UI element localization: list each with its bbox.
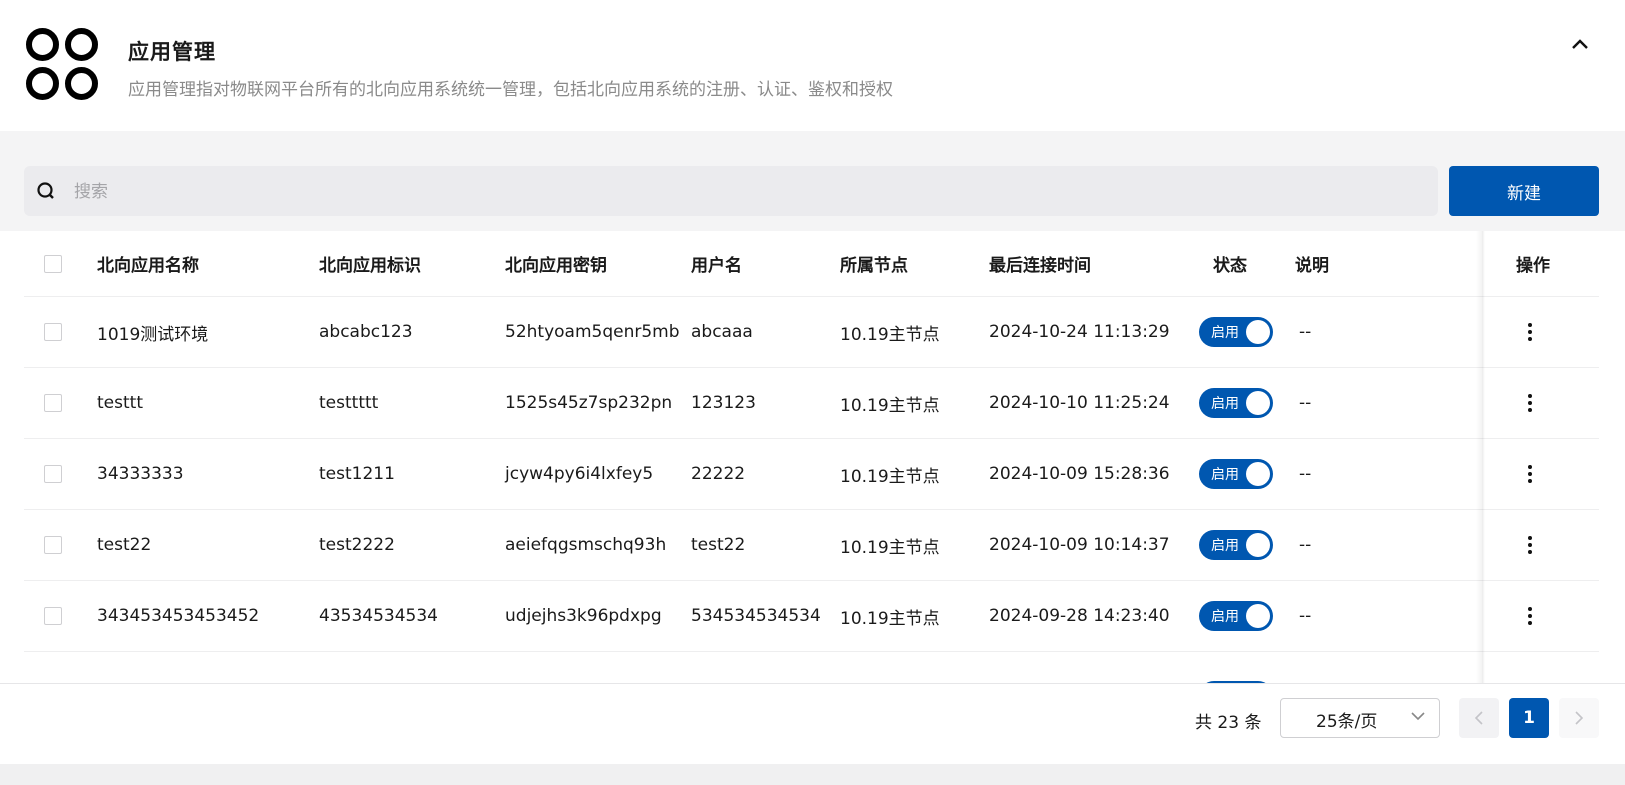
node-name: 10.19主节点 — [840, 537, 940, 558]
chevron-down-icon — [1411, 712, 1425, 721]
app-id: testtttt — [319, 393, 379, 413]
app-id: test1211 — [319, 464, 395, 484]
user-name: test22 — [691, 535, 746, 555]
column-header-id: 北向应用标识 — [319, 256, 421, 276]
column-header-time: 最后连接时间 — [989, 256, 1091, 276]
last-connect-time: 2024-10-09 15:28:36 — [989, 464, 1170, 484]
pagination: 共 23 条 25条/页 1 — [0, 683, 1625, 765]
column-header-desc: 说明 — [1295, 256, 1329, 276]
column-header-user: 用户名 — [691, 256, 742, 276]
row-checkbox[interactable] — [44, 607, 62, 625]
app-name: 1019测试环境 — [97, 324, 209, 345]
toolbar: 新建 — [24, 166, 1599, 218]
app-name: 343453453453452 — [97, 606, 260, 626]
last-connect-time: 2024-09-28 14:23:40 — [989, 606, 1170, 626]
description: -- — [1299, 393, 1312, 413]
user-name: 123123 — [691, 393, 756, 413]
more-actions-icon[interactable] — [1526, 394, 1534, 412]
page-button-1[interactable]: 1 — [1509, 698, 1549, 738]
app-secret: 1525s45z7sp232pn — [505, 393, 673, 413]
app-name: 34333333 — [97, 464, 184, 484]
description: -- — [1299, 606, 1312, 626]
status-toggle[interactable]: 启用 — [1199, 317, 1273, 347]
node-name: 10.19主节点 — [840, 324, 940, 345]
more-actions-icon[interactable] — [1526, 607, 1534, 625]
column-header-node: 所属节点 — [840, 256, 908, 276]
table-row: 1019测试环境 abcabc123 52htyoam5qenr5mb abca… — [24, 297, 1599, 368]
status-toggle[interactable]: 启用 — [1199, 388, 1273, 418]
page-header: 应用管理 应用管理指对物联网平台所有的北向应用系统统一管理，包括北向应用系统的注… — [0, 0, 1625, 131]
status-toggle[interactable]: 启用 — [1199, 459, 1273, 489]
app-secret: udjejhs3k96pdxpg — [505, 606, 662, 626]
chevron-left-icon — [1474, 711, 1483, 725]
app-id: 43534534534 — [319, 606, 438, 626]
table-row-partial — [24, 652, 1599, 683]
description: -- — [1299, 535, 1312, 555]
row-checkbox[interactable] — [44, 323, 62, 341]
column-header-secret: 北向应用密钥 — [505, 256, 607, 276]
page-size-select[interactable]: 25条/页 — [1280, 698, 1440, 738]
last-connect-time: 2024-10-10 11:25:24 — [989, 393, 1170, 413]
collapse-button[interactable] — [1566, 30, 1594, 58]
search-icon — [37, 182, 54, 199]
column-header-name: 北向应用名称 — [97, 256, 199, 276]
select-all-checkbox[interactable] — [44, 254, 62, 273]
app-id: test2222 — [319, 535, 395, 555]
app-secret: jcyw4py6i4lxfey5 — [505, 464, 654, 484]
table-row: testtt testtttt 1525s45z7sp232pn 123123 … — [24, 368, 1599, 439]
row-checkbox[interactable] — [44, 394, 62, 412]
more-actions-icon[interactable] — [1526, 323, 1534, 341]
new-button[interactable]: 新建 — [1449, 166, 1599, 216]
row-checkbox[interactable] — [44, 536, 62, 554]
row-checkbox[interactable] — [44, 465, 62, 483]
user-name: 534534534534 — [691, 606, 821, 626]
page-title: 应用管理 — [128, 40, 216, 64]
app-name: test22 — [97, 535, 152, 555]
node-name: 10.19主节点 — [840, 608, 940, 629]
app-name: testtt — [97, 393, 143, 413]
column-header-status: 状态 — [1213, 256, 1247, 276]
description: -- — [1299, 464, 1312, 484]
table-grid: 北向应用名称 北向应用标识 北向应用密钥 用户名 所属节点 最后连接时间 状态 … — [24, 231, 1599, 683]
table-row: 343453453453452 43534534534 udjejhs3k96p… — [24, 581, 1599, 652]
search-box[interactable] — [24, 166, 1438, 218]
column-header-actions: 操作 — [1516, 256, 1550, 276]
user-name: abcaaa — [691, 322, 753, 342]
table-row: 34333333 test1211 jcyw4py6i4lxfey5 22222… — [24, 439, 1599, 510]
table-row: test22 test2222 aeiefqgsmschq93h test22 … — [24, 510, 1599, 581]
node-name: 10.19主节点 — [840, 466, 940, 487]
apps-logo-icon — [26, 28, 100, 100]
more-actions-icon[interactable] — [1526, 536, 1534, 554]
app-secret: 52htyoam5qenr5mb — [505, 322, 680, 342]
app-secret: aeiefqgsmschq93h — [505, 535, 667, 555]
user-name: 22222 — [691, 464, 746, 484]
chevron-up-icon — [1572, 39, 1588, 49]
next-page-button[interactable] — [1559, 698, 1599, 738]
node-name: 10.19主节点 — [840, 395, 940, 416]
page-subtitle: 应用管理指对物联网平台所有的北向应用系统统一管理，包括北向应用系统的注册、认证、… — [128, 80, 893, 100]
footer-strip — [0, 764, 1625, 785]
status-toggle[interactable]: 启用 — [1199, 601, 1273, 631]
last-connect-time: 2024-10-09 10:14:37 — [989, 535, 1170, 555]
search-input[interactable] — [72, 166, 1426, 218]
page-size-value: 25条/页 — [1316, 712, 1378, 732]
app-table: 北向应用名称 北向应用标识 北向应用密钥 用户名 所属节点 最后连接时间 状态 … — [0, 231, 1625, 764]
description: -- — [1299, 322, 1312, 342]
last-connect-time: 2024-10-24 11:13:29 — [989, 322, 1170, 342]
total-count: 共 23 条 — [1195, 713, 1262, 733]
table-header-row: 北向应用名称 北向应用标识 北向应用密钥 用户名 所属节点 最后连接时间 状态 … — [24, 231, 1599, 297]
chevron-right-icon — [1575, 711, 1584, 725]
status-toggle[interactable]: 启用 — [1199, 530, 1273, 560]
prev-page-button[interactable] — [1459, 698, 1499, 738]
app-id: abcabc123 — [319, 322, 413, 342]
more-actions-icon[interactable] — [1526, 465, 1534, 483]
